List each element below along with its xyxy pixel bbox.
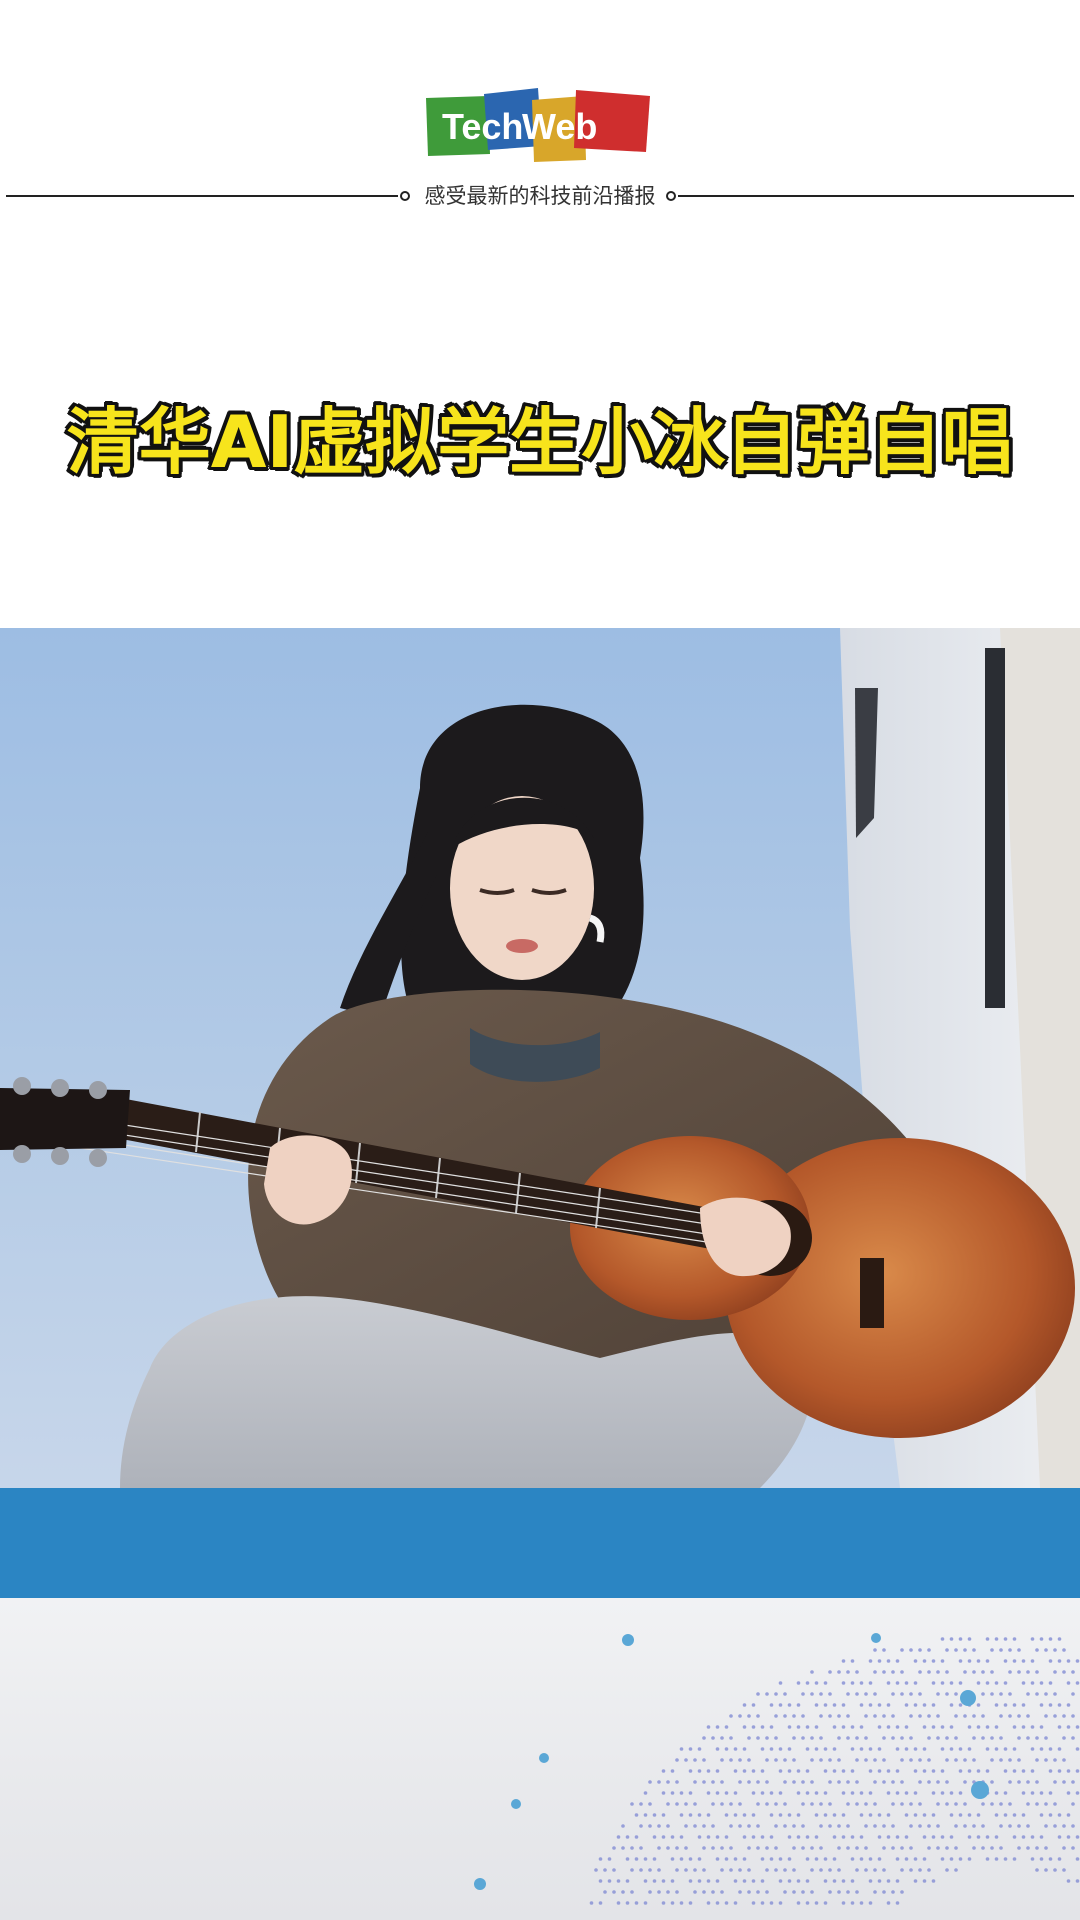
- video-frame[interactable]: [0, 628, 1080, 1488]
- tagline-dot-left: [400, 191, 410, 201]
- blue-banner-bar: [0, 1488, 1080, 1598]
- wall-pole: [985, 648, 1005, 1008]
- footer-decoration: [0, 1598, 1080, 1920]
- techweb-logo: Tech Web: [424, 84, 656, 164]
- video-illustration: [0, 628, 1080, 1488]
- guitar-headstock: [0, 1088, 130, 1150]
- header: Tech Web 感受最新的科技前沿播报 清华AI虚拟学生小冰自弹自唱: [0, 0, 1080, 628]
- logo-text-web: Web: [522, 106, 597, 147]
- tagline-row: 感受最新的科技前沿播报: [6, 182, 1074, 210]
- tagline-divider-right: [678, 195, 1074, 197]
- tagline-dot-right: [666, 191, 676, 201]
- page: Tech Web 感受最新的科技前沿播报 清华AI虚拟学生小冰自弹自唱: [0, 0, 1080, 1920]
- dotted-globe-graphic: [474, 1633, 1080, 1905]
- logo-text-tech: Tech: [442, 106, 523, 147]
- guitar-bridge: [860, 1258, 884, 1328]
- tagline: 感受最新的科技前沿播报: [424, 184, 656, 208]
- tagline-divider-left: [6, 195, 398, 197]
- headline: 清华AI虚拟学生小冰自弹自唱: [66, 400, 1014, 484]
